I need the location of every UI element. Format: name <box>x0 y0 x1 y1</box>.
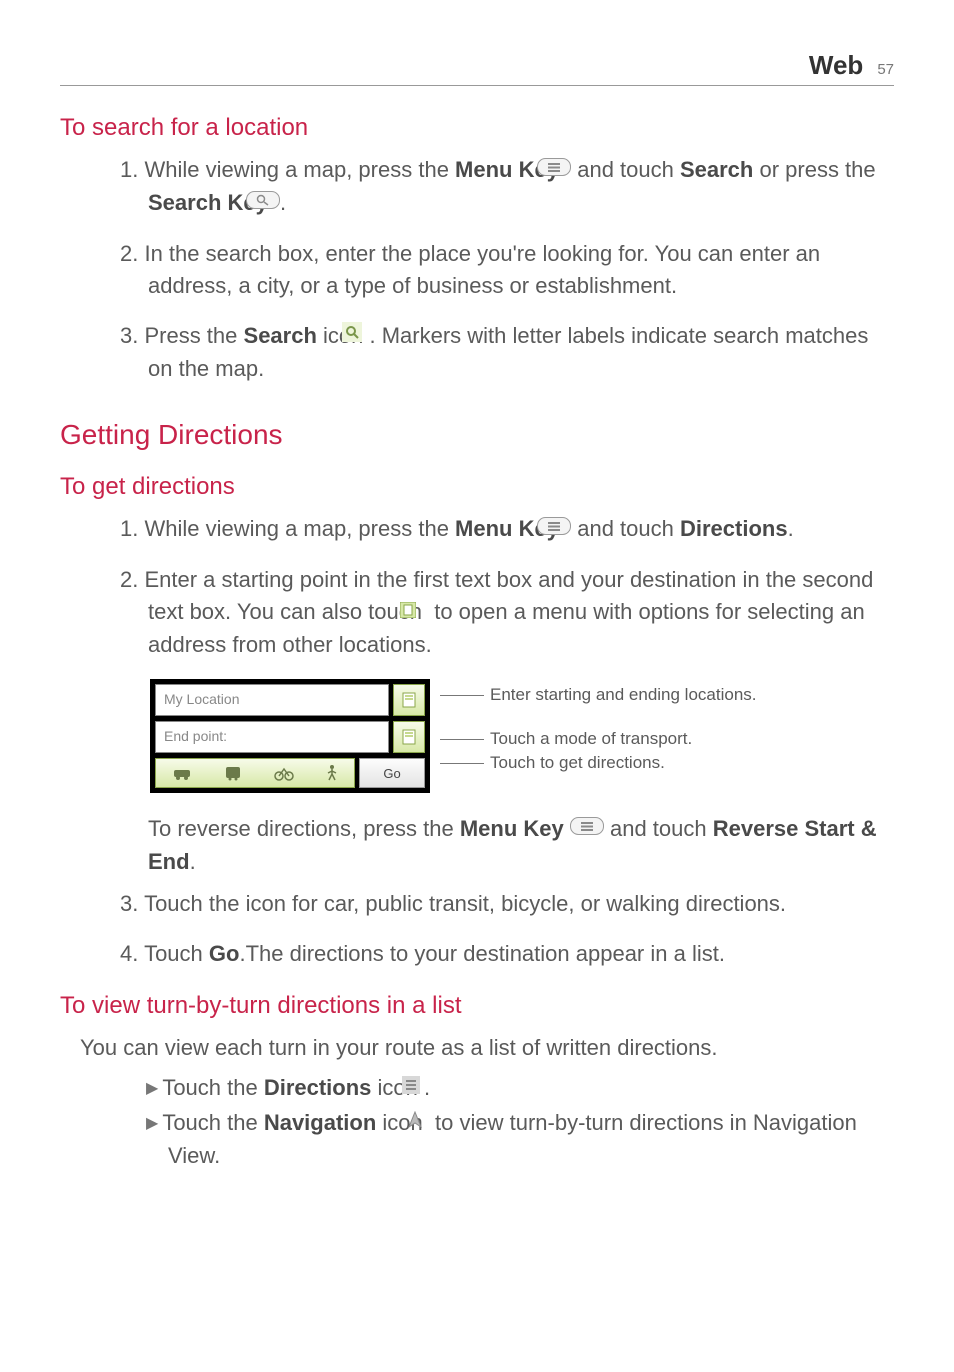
reverse-directions-note: To reverse directions, press the Menu Ke… <box>120 813 894 878</box>
text-fragment: . <box>424 1075 430 1100</box>
end-contacts-button[interactable] <box>393 721 425 753</box>
directions-panel: My Location End point: <box>150 679 430 793</box>
text-fragment: 1. While viewing a map, press the <box>120 516 455 541</box>
menu-key-icon <box>565 153 571 185</box>
car-icon <box>171 764 193 782</box>
directions-step-2: 2. Enter a starting point in the first t… <box>120 564 894 661</box>
heading-turn-by-turn: To view turn-by-turn directions in a lis… <box>60 992 894 1020</box>
start-point-field[interactable]: My Location <box>155 684 389 716</box>
header-section-title: Web <box>809 50 863 81</box>
menu-key-icon <box>570 812 604 844</box>
callout-connector <box>440 763 484 764</box>
navigation-label: Navigation <box>264 1110 376 1135</box>
heading-getting-directions: Getting Directions <box>60 419 894 451</box>
turn-bullet-1: ▶Touch the Directions icon . <box>120 1072 894 1105</box>
end-point-field[interactable]: End point: <box>155 721 389 753</box>
go-label: Go <box>209 941 240 966</box>
heading-search-location: To search for a location <box>60 114 894 142</box>
directions-ui-example: My Location End point: <box>150 679 894 793</box>
directions-step-1: 1. While viewing a map, press the Menu K… <box>120 513 894 546</box>
menu-key-icon <box>565 512 571 544</box>
start-contacts-button[interactable] <box>393 684 425 716</box>
transport-mode-selector[interactable] <box>155 758 355 788</box>
callout-start-end: Enter starting and ending locations. <box>490 685 757 705</box>
search-label-2: Search <box>244 323 317 348</box>
heading-to-get-directions: To get directions <box>60 473 894 501</box>
text-fragment: and touch <box>577 516 680 541</box>
text-fragment: and touch <box>610 816 713 841</box>
menu-key-label-3: Menu Key <box>460 816 564 841</box>
search-key-icon <box>274 186 280 218</box>
text-fragment: . <box>280 190 286 215</box>
turn-bullet-2: ▶Touch the Navigation icon to view turn-… <box>120 1107 894 1172</box>
contacts-icon <box>401 729 417 745</box>
text-fragment: or press the <box>753 157 875 182</box>
walk-icon <box>324 764 340 782</box>
text-fragment: 3. Press the <box>120 323 244 348</box>
callout-go: Touch to get directions. <box>490 753 665 773</box>
bus-icon <box>222 764 244 782</box>
triangle-bullet-icon: ▶ <box>146 1115 158 1132</box>
triangle-bullet-icon: ▶ <box>146 1080 158 1097</box>
text-fragment: . <box>190 849 196 874</box>
turn-intro: You can view each turn in your route as … <box>80 1032 894 1064</box>
header-page-number: 57 <box>877 61 894 78</box>
directions-label: Directions <box>680 516 788 541</box>
search-step-1: 1. While viewing a map, press the Menu K… <box>120 154 894 220</box>
search-step-3: 3. Press the Search icon . Markers with … <box>120 320 894 385</box>
directions-label-2: Directions <box>264 1075 372 1100</box>
callout-connector <box>440 739 484 740</box>
callout-connector <box>440 695 484 696</box>
search-label: Search <box>680 157 753 182</box>
search-step-2: 2. In the search box, enter the place yo… <box>120 238 894 302</box>
directions-step-4: 4. Touch Go.The directions to your desti… <box>120 938 894 970</box>
go-button[interactable]: Go <box>359 758 425 788</box>
callout-column: Enter starting and ending locations. Tou… <box>440 679 757 773</box>
text-fragment: To reverse directions, press the <box>148 816 460 841</box>
callout-mode: Touch a mode of transport. <box>490 729 692 749</box>
text-fragment: Touch the <box>162 1110 264 1135</box>
text-fragment: .The directions to your destination appe… <box>239 941 725 966</box>
page-header: Web 57 <box>60 50 894 86</box>
text-fragment: . <box>788 516 794 541</box>
text-fragment: 1. While viewing a map, press the <box>120 157 455 182</box>
text-fragment: Touch the <box>162 1075 264 1100</box>
contacts-icon <box>401 692 417 708</box>
directions-step-3: 3. Touch the icon for car, public transi… <box>120 888 894 920</box>
text-fragment: 4. Touch <box>120 941 209 966</box>
bicycle-icon <box>273 764 295 782</box>
text-fragment: and touch <box>577 157 680 182</box>
